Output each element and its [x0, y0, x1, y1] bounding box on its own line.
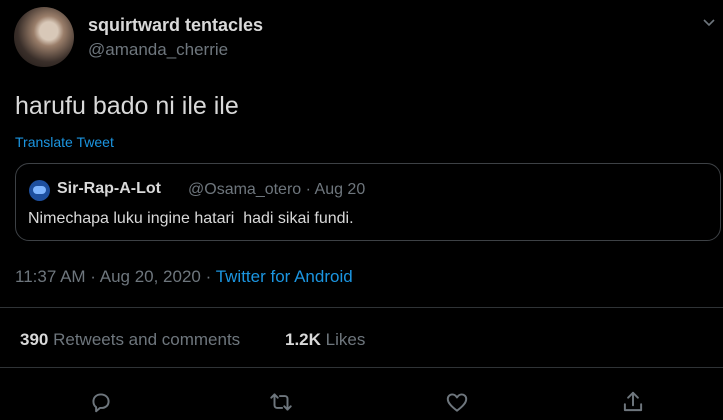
quoted-meta: @Osama_otero · Aug 20 — [188, 181, 366, 198]
share-icon[interactable] — [620, 389, 646, 415]
chevron-down-icon[interactable] — [702, 16, 716, 30]
like-icon[interactable] — [444, 389, 470, 415]
quoted-author-name: Sir-Rap-A-Lot — [57, 180, 161, 197]
author-handle[interactable]: @amanda_cherrie — [88, 40, 228, 60]
tweet-text: harufu bado ni ile ile — [15, 92, 239, 120]
translate-link[interactable]: Translate Tweet — [15, 134, 114, 150]
retweets-label: Retweets and comments — [48, 330, 241, 349]
reply-icon[interactable] — [88, 389, 114, 415]
quoted-tweet[interactable]: Sir-Rap-A-Lot @Osama_otero · Aug 20 Nime… — [15, 163, 721, 241]
timestamp-line: 11:37 AM · Aug 20, 2020 · Twitter for An… — [15, 267, 353, 287]
avatar[interactable] — [14, 7, 74, 67]
retweet-stats[interactable]: 390 Retweets and comments — [20, 330, 240, 350]
like-stats[interactable]: 1.2K Likes — [285, 330, 365, 350]
retweet-icon[interactable] — [268, 389, 294, 415]
timestamp[interactable]: 11:37 AM · Aug 20, 2020 · — [15, 267, 216, 286]
author-name[interactable]: squirtward tentacles — [88, 15, 263, 36]
divider-bottom — [0, 367, 723, 368]
likes-count: 1.2K — [285, 330, 321, 349]
divider-top — [0, 307, 723, 308]
source-link[interactable]: Twitter for Android — [216, 267, 353, 286]
likes-label: Likes — [320, 330, 366, 349]
retweets-count: 390 — [20, 330, 49, 349]
quoted-text: Nimechapa luku ingine hatari hadi sikai … — [28, 210, 354, 227]
quoted-avatar[interactable] — [29, 180, 50, 201]
